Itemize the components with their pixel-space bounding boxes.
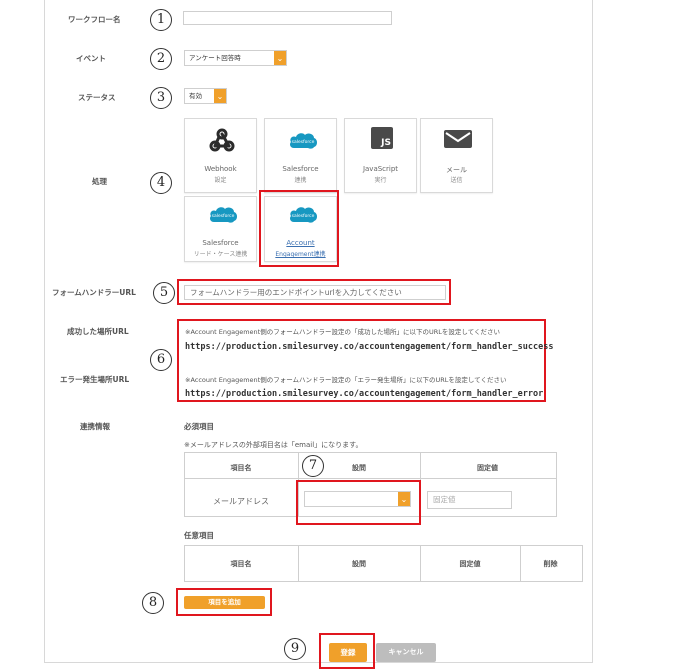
chevron-down-icon: ⌄ (214, 89, 226, 103)
marker-9: 9 (284, 638, 306, 660)
marker-7: 7 (302, 455, 324, 477)
workflow-name-label: ワークフロー名 (68, 15, 121, 24)
workflow-name-input[interactable] (183, 11, 392, 25)
status-label: ステータス (78, 93, 116, 102)
status-select-value: 有効 (189, 92, 202, 100)
tile-title: メール (446, 166, 467, 174)
tile-webhook[interactable]: Webhook 設定 (184, 118, 257, 193)
salesforce-logo-text: salesforce (212, 213, 235, 219)
success-url-value: https://production.smilesurvey.co/accoun… (185, 342, 554, 352)
required-heading: 必須項目 (184, 422, 214, 431)
error-url-label: エラー発生場所URL (60, 375, 130, 384)
js-badge-text: JS (381, 138, 391, 148)
error-url-value: https://production.smilesurvey.co/accoun… (185, 389, 544, 399)
javascript-icon: JS (371, 127, 393, 149)
status-select[interactable]: 有効 ⌄ (184, 88, 227, 104)
form-handler-url-label: フォームハンドラーURL (52, 288, 136, 297)
required-row-name: メールアドレス (213, 497, 269, 506)
success-note: ※Account Engagement側のフォームハンドラー設定の「成功した場所… (185, 328, 501, 336)
event-select-value: アンケート回答時 (189, 54, 241, 62)
register-button[interactable]: 登録 (329, 643, 367, 662)
salesforce-logo-text: salesforce (292, 139, 315, 145)
question-select[interactable]: ⌄ (304, 491, 411, 507)
required-header-fixed: 固定値 (477, 464, 498, 472)
marker-8: 8 (142, 592, 164, 614)
required-header-name: 項目名 (230, 464, 252, 472)
tile-title: JavaScript (362, 165, 399, 173)
success-url-label: 成功した場所URL (67, 327, 129, 336)
marker-4: 4 (150, 172, 172, 194)
form-handler-url-input[interactable]: フォームハンドラー用のエンドポイントurlを入力してください (184, 285, 446, 300)
tile-title: Salesforce (202, 239, 239, 247)
tile-salesforce-lead[interactable]: salesforce Salesforce リード・ケース連携 (184, 196, 257, 262)
marker-2: 2 (150, 48, 172, 70)
process-label: 処理 (92, 177, 107, 186)
optional-heading: 任意項目 (184, 531, 214, 540)
add-item-button[interactable]: 項目を追加 (184, 596, 265, 609)
fixed-value-input[interactable]: 固定値 (427, 491, 512, 509)
tile-sub: 実行 (374, 177, 387, 184)
marker-1: 1 (150, 9, 172, 31)
chevron-down-icon: ⌄ (398, 492, 410, 506)
mail-icon (444, 130, 472, 148)
error-note: ※Account Engagement側のフォームハンドラー設定の「エラー発生場… (185, 376, 507, 384)
table-divider (184, 478, 556, 479)
salesforce-icon: salesforce (290, 133, 317, 149)
link-info-label: 連携情報 (80, 422, 110, 431)
event-label: イベント (76, 54, 106, 63)
tile-mail[interactable]: メール 送信 (420, 118, 493, 193)
optional-header-name: 項目名 (230, 560, 252, 568)
webhook-icon (209, 128, 235, 152)
highlight-account-engagement (259, 190, 339, 267)
email-note: ※メールアドレスの外部項目名は「email」になります。 (184, 441, 363, 449)
chevron-down-icon: ⌄ (274, 51, 286, 65)
marker-6: 6 (150, 349, 172, 371)
optional-header-delete: 削除 (543, 560, 558, 568)
tile-title: Salesforce (282, 165, 319, 173)
salesforce-icon: salesforce (210, 207, 237, 223)
tile-title: Webhook (204, 165, 237, 173)
cancel-button[interactable]: キャンセル (376, 643, 436, 662)
tile-sub: 連携 (294, 177, 307, 184)
optional-header-fixed: 固定値 (459, 560, 481, 568)
event-select[interactable]: アンケート回答時 ⌄ (184, 50, 287, 66)
tile-sub: 送信 (450, 177, 463, 184)
marker-3: 3 (150, 87, 172, 109)
tile-salesforce[interactable]: salesforce Salesforce 連携 (264, 118, 337, 193)
tile-javascript[interactable]: JS JavaScript 実行 (344, 118, 417, 193)
marker-5: 5 (153, 282, 175, 304)
tile-sub: 設定 (214, 177, 227, 184)
optional-header-question: 設問 (352, 560, 366, 568)
tile-sub: リード・ケース連携 (193, 251, 248, 258)
